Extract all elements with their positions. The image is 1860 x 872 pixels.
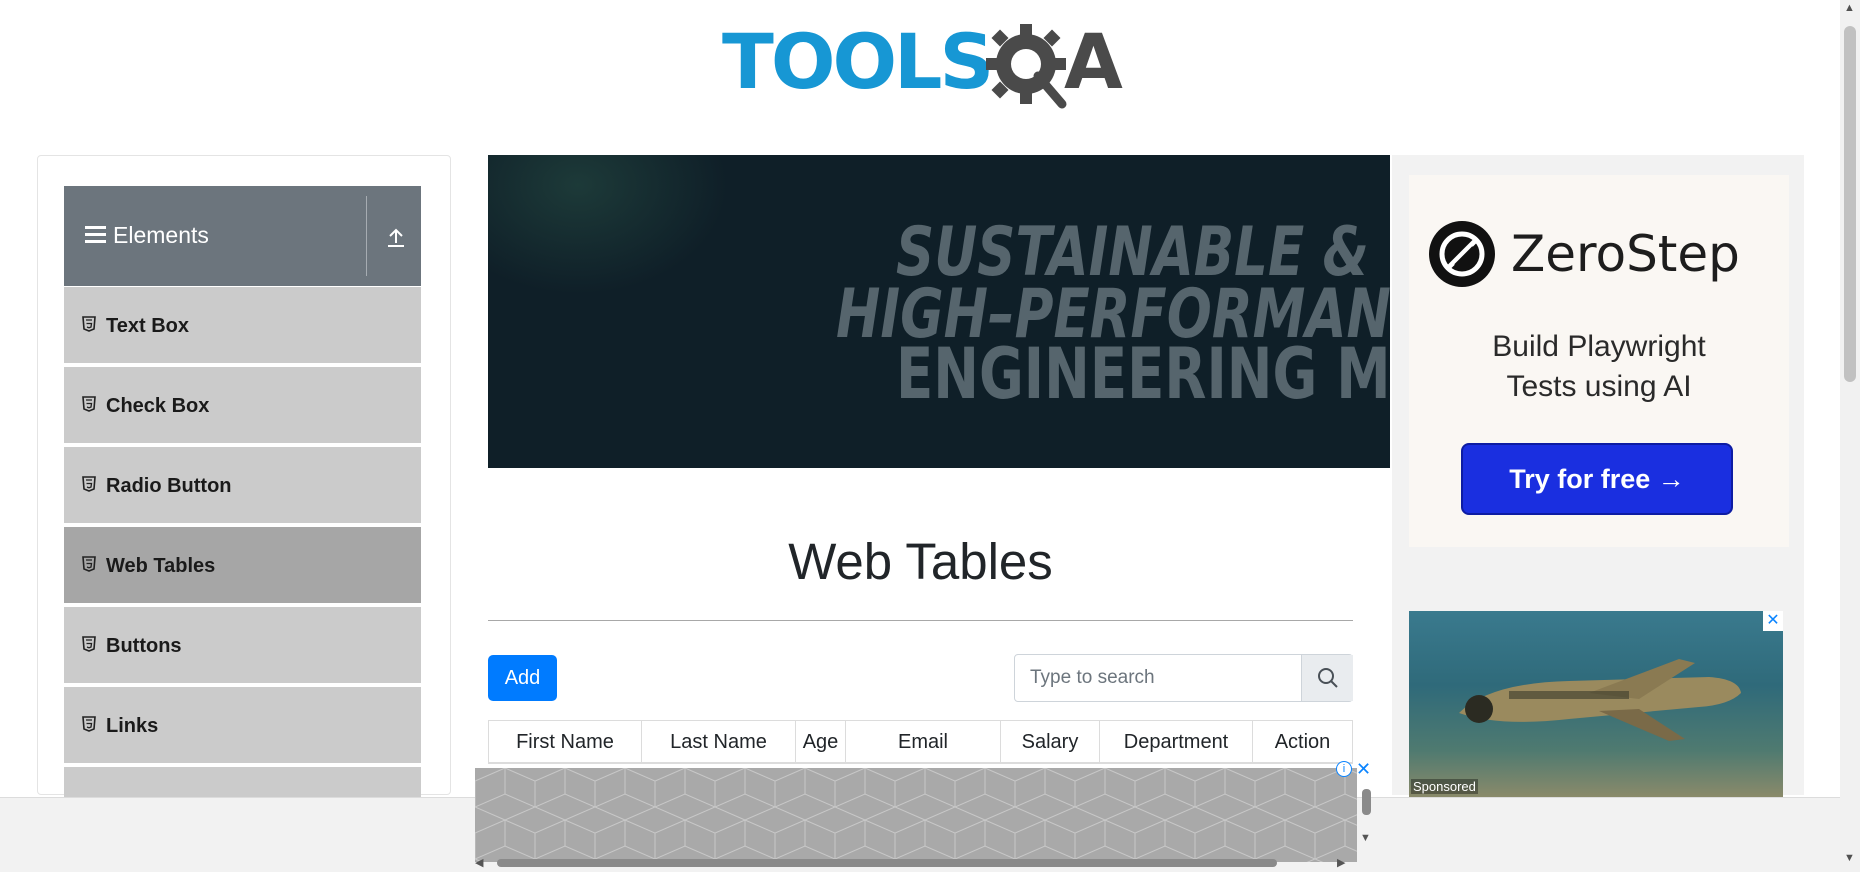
zerostep-brand: ZeroStep — [1511, 225, 1740, 283]
gear-magnifier-icon — [986, 24, 1067, 109]
sidebar-item-label: Web Tables — [106, 555, 216, 577]
column-header-first-name[interactable]: First Name — [489, 721, 642, 763]
search-input[interactable] — [1015, 655, 1302, 701]
scroll-down-arrow-icon[interactable]: ▼ — [1360, 832, 1371, 844]
elements-group-header[interactable]: Elements — [64, 186, 421, 286]
sponsored-photo-ad[interactable]: ✕ Sponsored — [1409, 611, 1783, 797]
column-header-email[interactable]: Email — [846, 721, 1001, 763]
html5-icon — [82, 636, 96, 652]
add-button[interactable]: Add — [488, 655, 557, 701]
tagline-line-1: Build Playwright — [1492, 330, 1706, 363]
html5-icon — [82, 396, 96, 412]
banner-ad[interactable]: SUSTAINABLE & HIGH–PERFORMANCE ENGINEERI… — [488, 155, 1390, 468]
logo-text-a: A — [1064, 17, 1123, 106]
header-separator — [366, 196, 367, 276]
sidebar-item-label: Radio Button — [106, 475, 232, 497]
sticky-bottom-ad[interactable] — [475, 768, 1357, 862]
page-vertical-scrollbar[interactable]: ▲ ▼ — [1840, 0, 1860, 872]
zerostep-logo-icon — [1429, 221, 1495, 287]
ad-vertical-scrollbar[interactable]: ▼ — [1360, 786, 1372, 856]
column-header-age[interactable]: Age — [796, 721, 846, 763]
scroll-up-arrow-icon[interactable]: ▲ — [1844, 2, 1855, 14]
banner-glow — [488, 155, 728, 295]
scroll-right-arrow-icon[interactable]: ▶ — [1337, 856, 1345, 869]
sidebar-item-radio-button[interactable]: Radio Button — [64, 447, 421, 525]
scroll-left-arrow-icon[interactable]: ◀ — [475, 856, 483, 869]
search-icon — [1318, 668, 1338, 688]
column-header-action[interactable]: Action — [1253, 721, 1352, 763]
search-button[interactable] — [1301, 655, 1353, 701]
hexagon-pattern — [475, 768, 1357, 862]
sponsored-label: Sponsored — [1411, 779, 1478, 794]
tagline-line-2: Tests using AI — [1506, 370, 1692, 403]
scrollbar-thumb[interactable] — [1844, 26, 1856, 382]
plane-wreck-image — [1459, 659, 1741, 741]
sidebar-item-label: Text Box — [106, 315, 189, 337]
toolsqa-logo[interactable]: TOOLS A — [722, 22, 1124, 114]
page-title: Web Tables — [788, 533, 1053, 590]
sidebar-item-links[interactable]: Links — [64, 687, 421, 765]
sidebar-item-label: Check Box — [106, 395, 210, 417]
close-ad-icon[interactable]: ✕ — [1763, 611, 1783, 631]
ad-info-icon[interactable]: i — [1336, 761, 1352, 777]
scrollbar-thumb[interactable] — [1362, 789, 1371, 815]
html5-icon — [82, 716, 96, 732]
zerostep-tagline: Build Playwright Tests using AI — [1409, 327, 1789, 407]
search-box — [1014, 654, 1353, 702]
sidebar-item-text-box[interactable]: Text Box — [64, 287, 421, 365]
sidebar-item-label: Links — [106, 715, 159, 737]
collapse-icon[interactable] — [386, 226, 406, 248]
banner-line-3: ENGINEERING MATERIA — [896, 333, 1390, 415]
column-header-salary[interactable]: Salary — [1001, 721, 1100, 763]
close-sticky-ad-icon[interactable]: ✕ — [1356, 759, 1371, 780]
zerostep-ad[interactable]: ZeroStep Build Playwright Tests using AI… — [1409, 175, 1789, 547]
scrollbar-thumb[interactable] — [497, 859, 1277, 867]
try-for-free-button[interactable]: Try for free → — [1461, 443, 1733, 515]
menu-icon — [85, 226, 106, 244]
column-header-department[interactable]: Department — [1100, 721, 1253, 763]
group-title: Elements — [113, 222, 209, 248]
html5-icon — [82, 476, 96, 492]
title-divider — [488, 620, 1353, 621]
sidebar-item-label: Buttons — [106, 635, 182, 657]
table-header: First Name Last Name Age Email Salary De… — [488, 720, 1353, 764]
scroll-down-arrow-icon[interactable]: ▼ — [1844, 852, 1855, 864]
sidebar-item-web-tables[interactable]: Web Tables — [64, 527, 421, 605]
logo-text-tools: TOOLS — [722, 17, 994, 106]
ad-horizontal-scrollbar[interactable]: ◀ ▶ — [475, 856, 1357, 869]
column-header-last-name[interactable]: Last Name — [642, 721, 796, 763]
html5-icon — [82, 316, 96, 332]
sidebar-item-check-box[interactable]: Check Box — [64, 367, 421, 445]
sidebar-item-buttons[interactable]: Buttons — [64, 607, 421, 685]
html5-icon — [82, 556, 96, 572]
